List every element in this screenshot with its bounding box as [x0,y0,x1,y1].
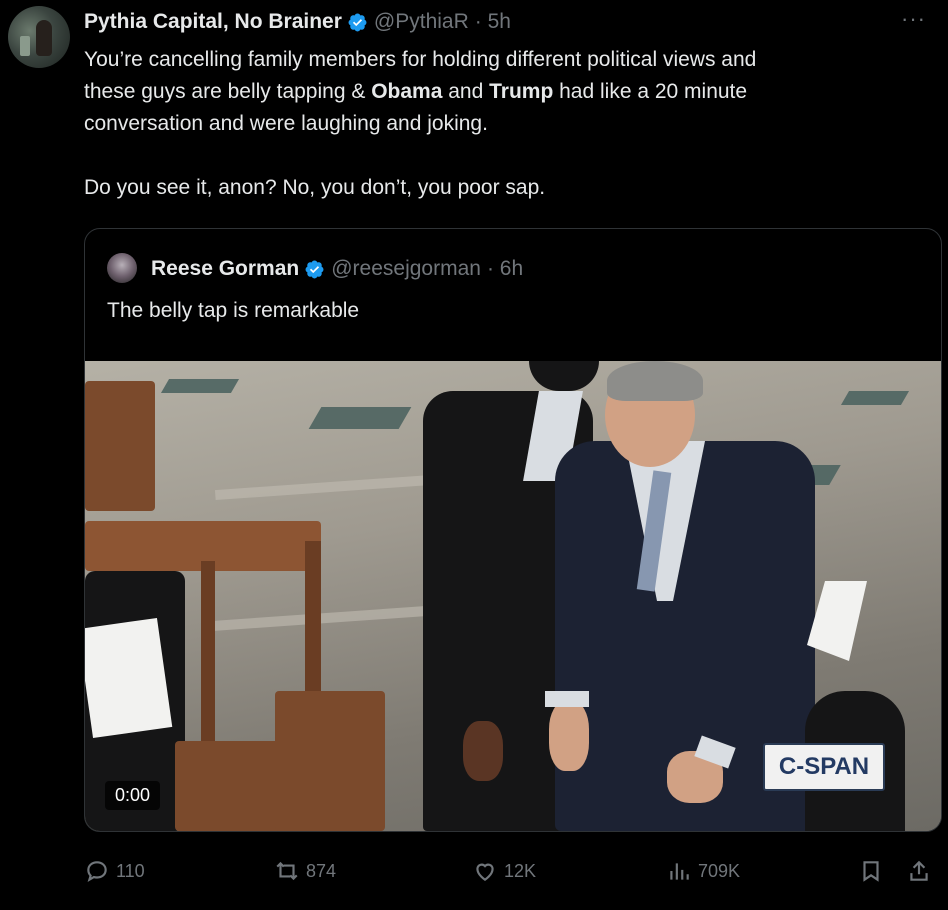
quoted-author-avatar[interactable] [107,253,137,283]
quoted-author-handle[interactable]: @reesejgorman [331,257,481,281]
author-avatar[interactable] [8,6,70,68]
floor-tile [840,391,910,405]
program-paper [85,617,173,739]
like-button[interactable]: 12K [472,858,536,884]
reply-button[interactable]: 110 [84,858,145,884]
share-button[interactable] [906,858,938,884]
floor-tile [308,407,412,429]
author-name[interactable]: Pythia Capital, No Brainer [84,10,342,34]
hand [549,701,589,771]
tweet-text-segment: You’re cancelling family members for hol… [84,48,757,71]
more-icon[interactable]: ··· [901,6,926,32]
video-timestamp: 0:00 [105,781,161,810]
tweet-text-segment: and [442,80,490,103]
views-icon [670,863,689,880]
reply-icon [87,861,107,882]
tweet-text-bold: Trump [489,80,554,103]
video-player[interactable]: 0:00 C-SPAN [85,361,941,831]
shirt-cuff [545,691,589,707]
tweet-text-segment: had like a 20 minute [553,80,748,103]
quoted-tweet[interactable]: Reese Gorman @reesejgorman · 6h The bell… [84,228,942,832]
chair-leg [201,561,215,751]
tweet-header: Pythia Capital, No Brainer @PythiaR · 5h [84,10,511,34]
chair [275,691,385,831]
hand [463,721,503,781]
like-icon [476,863,494,881]
quoted-tweet-time[interactable]: · 6h [487,257,523,281]
views-button[interactable]: 709K [666,858,740,884]
verified-badge-icon [348,13,367,31]
tweet-text: You’re cancelling family members for hol… [84,44,934,204]
tweet-text-segment: conversation and were laughing and jokin… [84,112,488,135]
floor-tile [160,379,240,393]
author-handle[interactable]: @PythiaR [374,10,469,34]
chair [85,381,155,511]
tweet-text-segment: Do you see it, anon? No, you don’t, you … [84,176,546,199]
tweet-text-line: Do you see it, anon? No, you don’t, you … [84,172,934,204]
share-icon [910,860,928,881]
action-bar: 110 874 12K 709K [84,858,940,894]
repost-count: 874 [306,860,337,881]
bookmark-button[interactable] [858,858,890,884]
views-count: 709K [698,860,741,881]
tweet-text-line: You’re cancelling family members for hol… [84,44,934,76]
quoted-tweet-header: Reese Gorman @reesejgorman · 6h [151,257,523,281]
avatar-screen [20,36,30,56]
tweet-text-bold: Obama [371,80,443,103]
tweet-text-line: these guys are belly tapping & Obama and… [84,76,934,108]
hair [607,361,703,401]
bookmark-icon [863,861,879,882]
like-count: 12K [504,860,537,881]
tweet-text-line: conversation and were laughing and jokin… [84,108,934,140]
tweet-text-segment: these guys are belly tapping & [84,80,372,103]
avatar-figure [36,20,52,56]
quoted-tweet-text: The belly tap is remarkable [107,299,360,322]
reply-count: 110 [116,860,145,881]
quoted-author-name[interactable]: Reese Gorman [151,257,299,281]
repost-button[interactable]: 874 [274,858,336,884]
tweet-time[interactable]: · 5h [475,10,511,34]
cspan-logo: C-SPAN [763,743,885,791]
repost-icon [276,861,298,881]
verified-badge-icon [305,260,324,278]
